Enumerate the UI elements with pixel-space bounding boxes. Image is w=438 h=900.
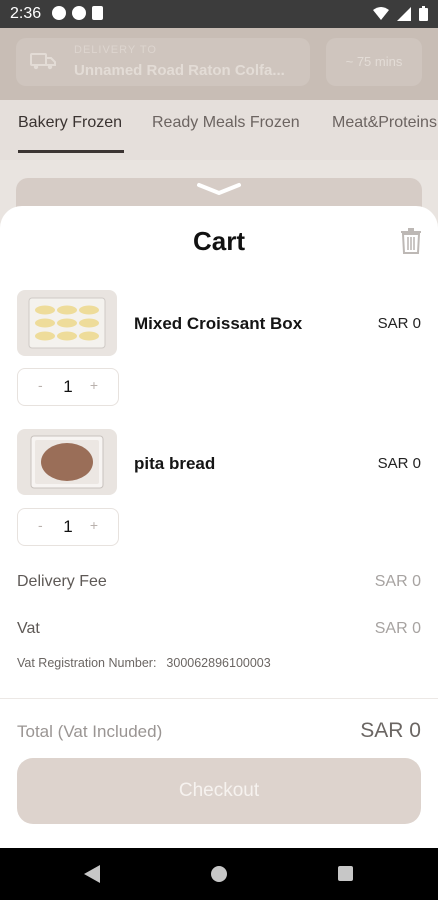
header: DELIVERY TO Unnamed Road Raton Colfa... …	[0, 28, 438, 100]
divider	[0, 698, 438, 699]
system-icons	[373, 6, 428, 21]
total-label: Total (Vat Included)	[17, 722, 162, 742]
vat-registration-number: 300062896100003	[166, 656, 271, 670]
navigation-bar	[0, 848, 438, 900]
notification-icon	[72, 6, 86, 20]
checkout-button[interactable]: Checkout	[17, 758, 421, 824]
delivery-time: ~ 75 mins	[345, 54, 403, 69]
trash-icon[interactable]	[400, 228, 422, 254]
quantity-value: 1	[63, 517, 73, 536]
item-price: SAR 0	[377, 455, 421, 472]
back-icon[interactable]	[84, 865, 100, 883]
pita-bread-image	[30, 435, 104, 489]
total-text: Total	[17, 722, 53, 741]
home-icon[interactable]	[211, 866, 227, 882]
cart-title: Cart	[192, 226, 245, 256]
chevron-down-icon[interactable]	[196, 182, 242, 196]
tab-ready-meals-frozen[interactable]: Ready Meals Frozen	[152, 114, 300, 132]
signal-icon	[397, 6, 411, 21]
vat-registration-label: Vat Registration Number:	[17, 656, 157, 670]
item-price: SAR 0	[377, 315, 421, 332]
active-tab-indicator	[18, 150, 124, 153]
vat-registration: Vat Registration Number: 300062896100003	[17, 656, 271, 670]
item-name: Mixed Croissant Box	[134, 314, 303, 333]
sd-card-icon	[92, 6, 103, 20]
quantity-stepper: - 1 +	[17, 508, 119, 546]
vat-label: Vat	[17, 620, 40, 637]
tab-bakery-frozen[interactable]: Bakery Frozen	[18, 114, 122, 132]
tab-meat-proteins[interactable]: Meat&Proteins	[332, 114, 437, 132]
product-image	[17, 429, 117, 495]
delivery-fee-value: SAR 0	[374, 573, 421, 590]
notification-icon	[52, 6, 66, 20]
item-name: pita bread	[134, 454, 216, 473]
increase-button[interactable]: +	[90, 377, 98, 393]
recent-apps-icon[interactable]	[338, 866, 353, 881]
total-sub-label: (Vat Included)	[57, 722, 163, 741]
wifi-icon	[373, 6, 389, 20]
delivery-fee-label: Delivery Fee	[17, 573, 107, 590]
delivery-time-badge: ~ 75 mins	[326, 38, 422, 86]
battery-icon	[419, 6, 428, 21]
notification-icons	[52, 6, 103, 20]
truck-icon	[30, 53, 56, 70]
quantity-stepper: - 1 +	[17, 368, 119, 406]
product-image	[17, 290, 117, 356]
delivery-label: DELIVERY TO	[74, 44, 157, 56]
croissant-box-image	[28, 297, 106, 349]
delivery-location-button[interactable]: DELIVERY TO Unnamed Road Raton Colfa...	[16, 38, 310, 86]
cart-sheet: Cart Mixed Croissant Box SAR 0 - 1 + pit…	[0, 206, 438, 848]
vat-value: SAR 0	[374, 620, 421, 637]
delivery-address: Unnamed Road Raton Colfa...	[74, 62, 285, 79]
status-time: 2:36	[10, 5, 42, 22]
status-bar: 2:36	[0, 0, 438, 28]
category-tabs: Bakery Frozen Ready Meals Frozen Meat&Pr…	[0, 100, 438, 160]
total-value: SAR 0	[360, 719, 421, 742]
increase-button[interactable]: +	[90, 517, 98, 533]
quantity-value: 1	[63, 377, 73, 396]
